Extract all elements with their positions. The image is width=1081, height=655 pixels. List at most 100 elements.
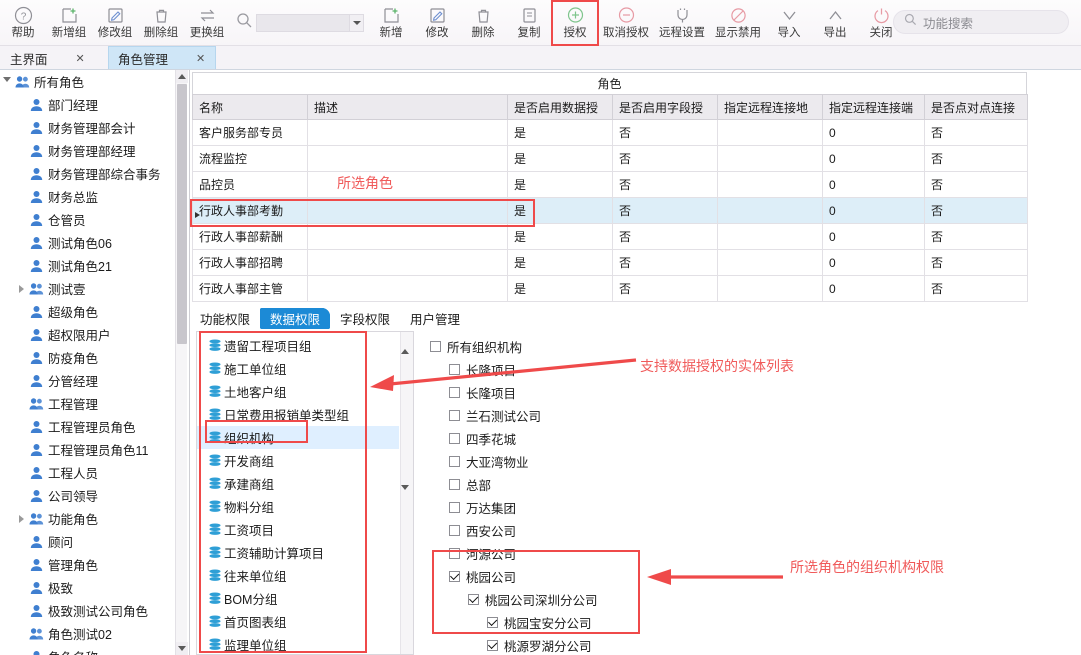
tree-node-role[interactable]: 测试角色21 [0,254,176,277]
table-cell[interactable]: 行政人事部薪酬 [192,223,308,250]
table-cell[interactable]: 行政人事部主管 [192,275,308,302]
table-cell[interactable]: 否 [924,223,1028,250]
tree-node-root[interactable]: 所有角色 [0,70,176,93]
table-cell[interactable] [307,275,508,302]
org-tree-node[interactable]: 四季花城 [430,427,598,450]
table-cell[interactable]: 否 [612,145,718,172]
table-cell[interactable]: 是 [507,275,613,302]
tree-node-role[interactable]: 顾问 [0,530,176,553]
table-cell[interactable]: 否 [612,275,718,302]
permission-tab-3[interactable]: 用户管理 [400,308,470,329]
toolbar-search-group[interactable] [236,1,364,45]
toolbar-button-export[interactable]: 导出 [812,1,858,45]
list-item[interactable]: 首页图表组 [197,610,399,633]
scroll-up-button[interactable] [401,332,413,354]
grid-column-header[interactable]: 名称 [192,94,308,120]
org-tree-node[interactable]: 所有组织机构 [430,335,598,358]
list-item[interactable]: 工资辅助计算项目 [197,541,399,564]
toolbar-button-remote-settings[interactable]: 远程设置 [654,1,710,45]
table-cell[interactable]: 否 [924,249,1028,276]
table-cell[interactable] [307,119,508,146]
org-tree-node[interactable]: 桃源罗湖分公司 [430,634,598,655]
checkbox[interactable] [468,594,479,605]
table-cell[interactable]: 0 [822,145,925,172]
table-cell[interactable]: 是 [507,223,613,250]
grid-column-header[interactable]: 是否点对点连接 [924,94,1028,120]
list-item[interactable]: 组织机构 [197,426,399,449]
tree-node-role[interactable]: 工程管理 [0,392,176,415]
tree-node-role[interactable]: 仓管员 [0,208,176,231]
scroll-down-button[interactable] [176,642,188,655]
checkbox[interactable] [449,456,460,467]
checkbox[interactable] [449,502,460,513]
table-cell[interactable]: 否 [924,145,1028,172]
list-item[interactable]: 工资项目 [197,518,399,541]
list-item[interactable]: 开发商组 [197,449,399,472]
table-cell[interactable]: 行政人事部考勤 [192,197,308,224]
list-item[interactable]: 物料分组 [197,495,399,518]
table-cell[interactable]: 0 [822,119,925,146]
org-tree-node[interactable]: 桃园宝安分公司 [430,611,598,634]
permission-tab-0[interactable]: 功能权限 [190,308,260,329]
org-tree-node[interactable]: 兰石测试公司 [430,404,598,427]
tree-node-role[interactable]: 角色名称 [0,645,176,655]
table-row[interactable]: 行政人事部薪酬是否 0 否 [192,223,1028,250]
table-cell[interactable]: 品控员 [192,171,308,198]
list-item[interactable]: 承建商组 [197,472,399,495]
tree-node-role[interactable]: 财务管理部会计 [0,116,176,139]
table-cell[interactable]: 行政人事部招聘 [192,249,308,276]
toolbar-button-add[interactable]: 新增 [368,1,414,45]
grid-column-header[interactable]: 描述 [307,94,508,120]
table-cell[interactable]: 是 [507,145,613,172]
table-row[interactable]: 行政人事部招聘是否 0 否 [192,249,1028,276]
tree-node-role[interactable]: 财务管理部综合事务 [0,162,176,185]
tree-node-role[interactable]: 角色测试02 [0,622,176,645]
list-item[interactable]: 监理单位组 [197,633,399,654]
tab-main-interface[interactable]: 主界面 ✕ [0,46,108,69]
table-cell[interactable]: 否 [612,223,718,250]
toolbar-button-delete[interactable]: 删除 [460,1,506,45]
scroll-up-button[interactable] [176,70,188,83]
table-row[interactable]: 品控员是否 0 否 [192,171,1028,198]
close-icon[interactable]: ✕ [196,52,205,65]
tree-node-role[interactable]: 防疫角色 [0,346,176,369]
toolbar-button-show-disabled[interactable]: 显示禁用 [710,1,766,45]
checkbox[interactable] [449,433,460,444]
org-tree-node[interactable]: 大亚湾物业 [430,450,598,473]
table-row[interactable]: 客户服务部专员是否 0 否 [192,119,1028,146]
org-tree-node[interactable]: 桃园公司深圳分公司 [430,588,598,611]
tree-node-role[interactable]: 管理角色 [0,553,176,576]
table-cell[interactable]: 否 [924,119,1028,146]
list-item[interactable]: 往来单位组 [197,564,399,587]
table-row[interactable]: 行政人事部考勤是否 0 否 [192,197,1028,224]
table-cell[interactable]: 否 [924,197,1028,224]
checkbox[interactable] [449,525,460,536]
expander-icon[interactable] [14,514,28,523]
table-cell[interactable]: 流程监控 [192,145,308,172]
checkbox[interactable] [487,617,498,628]
tree-node-role[interactable]: 分管经理 [0,369,176,392]
toolbar-button-add-group[interactable]: 新增组 [46,1,92,45]
search-combo[interactable] [256,13,364,32]
org-tree-node[interactable]: 西安公司 [430,519,598,542]
table-cell[interactable] [717,275,823,302]
tree-node-role[interactable]: 超级角色 [0,300,176,323]
table-cell[interactable] [717,145,823,172]
toolbar-button-edit-group[interactable]: 修改组 [92,1,138,45]
table-cell[interactable]: 否 [612,197,718,224]
table-cell[interactable]: 否 [924,275,1028,302]
tree-node-role[interactable]: 超权限用户 [0,323,176,346]
toolbar-button-import[interactable]: 导入 [766,1,812,45]
table-cell[interactable]: 0 [822,197,925,224]
checkbox[interactable] [430,341,441,352]
table-cell[interactable]: 否 [612,119,718,146]
tree-node-role[interactable]: 财务管理部经理 [0,139,176,162]
toolbar-button-delete-group[interactable]: 删除组 [138,1,184,45]
scroll-down-button[interactable] [401,485,413,508]
toolbar-button-edit[interactable]: 修改 [414,1,460,45]
tree-node-role[interactable]: 测试壹 [0,277,176,300]
table-cell[interactable] [307,223,508,250]
table-cell[interactable]: 否 [612,171,718,198]
tree-node-role[interactable]: 公司领导 [0,484,176,507]
table-cell[interactable] [307,145,508,172]
